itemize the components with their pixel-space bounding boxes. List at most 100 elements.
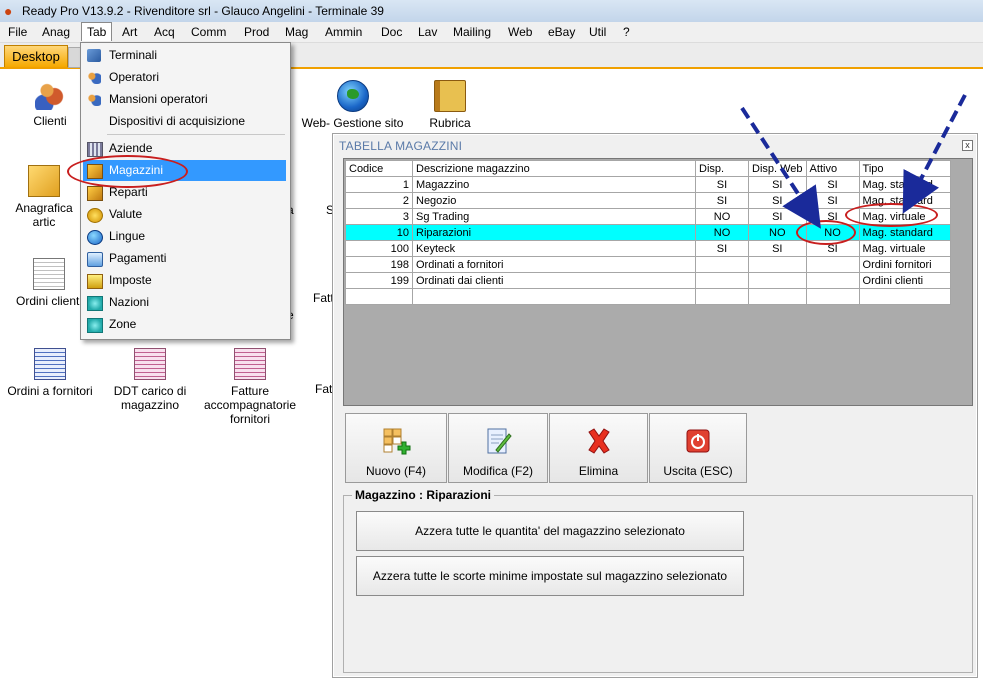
table-row[interactable]: 2 Negozio SI SI SI Mag. standard <box>345 192 951 209</box>
coin-icon <box>87 208 103 223</box>
menu-ebay[interactable]: eBay <box>548 25 575 39</box>
table-row[interactable]: 199 Ordinati dai clienti Ordini clienti <box>345 272 951 289</box>
menu-item-terminali[interactable]: Terminali <box>83 45 286 66</box>
menu-item-pagamenti[interactable]: Pagamenti <box>83 248 286 269</box>
zones-icon <box>87 318 103 333</box>
column-header-codice[interactable]: Codice <box>345 160 413 177</box>
menu-web[interactable]: Web <box>508 25 532 39</box>
cell-codice: 2 <box>345 192 413 209</box>
cell-tipo: Mag. virtuale <box>858 240 951 257</box>
nuovo-button[interactable]: Nuovo (F4) <box>345 413 447 483</box>
close-icon[interactable]: x <box>962 140 973 151</box>
menu-item-dispositivi[interactable]: Dispositivi di acquisizione <box>83 111 286 132</box>
table-row-empty[interactable] <box>345 288 951 305</box>
menu-anag[interactable]: Anag <box>42 25 70 39</box>
magazzino-groupbox: Magazzino : Riparazioni Azzera tutte le … <box>343 488 973 673</box>
column-header-disp[interactable]: Disp. <box>695 160 749 177</box>
menu-mag[interactable]: Mag <box>285 25 308 39</box>
menu-item-aziende[interactable]: Aziende <box>83 138 286 159</box>
cell-attivo: SI <box>805 176 860 193</box>
desktop-icon-ordini-fornitori[interactable]: Ordini a fornitori <box>5 348 95 398</box>
clients-icon <box>35 80 65 110</box>
menu-doc[interactable]: Doc <box>381 25 402 39</box>
menu-tab[interactable]: Tab <box>81 22 113 41</box>
menu-item-label: Reparti <box>109 185 148 199</box>
menu-acq[interactable]: Acq <box>154 25 175 39</box>
menu-item-label: Aziende <box>109 141 153 155</box>
cell-attivo: NO <box>805 224 860 241</box>
menu-item-label: Mansioni operatori <box>109 92 208 106</box>
menu-item-nazioni[interactable]: Nazioni <box>83 292 286 313</box>
menu-util[interactable]: Util <box>589 25 606 39</box>
cell-codice: 10 <box>345 224 413 241</box>
table-row[interactable]: 100 Keyteck SI SI SI Mag. virtuale <box>345 240 951 257</box>
azzera-quantita-button[interactable]: Azzera tutte le quantita' del magazzino … <box>356 511 744 551</box>
desktop-icon-label: Rubrica <box>429 116 471 130</box>
menu-art[interactable]: Art <box>122 25 137 39</box>
column-header-tipo[interactable]: Tipo <box>858 160 951 177</box>
tab-desktop[interactable]: Desktop <box>4 45 68 67</box>
desktop-icon-label: accompagnatorie <box>203 398 297 412</box>
menu-item-reparti[interactable]: Reparti <box>83 182 286 203</box>
menu-bar: File Anag Tab Art Acq Comm Prod Mag Ammi… <box>0 22 983 43</box>
menu-ammin[interactable]: Ammin <box>325 25 362 39</box>
menu-item-zone[interactable]: Zone <box>83 314 286 335</box>
power-icon <box>686 429 710 453</box>
menu-file[interactable]: File <box>8 25 27 39</box>
desktop-icon-web[interactable]: Web- Gestione sito <box>300 80 405 130</box>
menu-item-operatori[interactable]: Operatori <box>83 67 286 88</box>
cell-disp-web: NO <box>748 224 807 241</box>
column-header-disp-web[interactable]: Disp. Web <box>748 160 807 177</box>
menu-item-valute[interactable]: Valute <box>83 204 286 225</box>
warehouse-icon <box>87 164 103 179</box>
nations-icon <box>87 296 103 311</box>
cell-attivo <box>805 256 860 273</box>
menu-item-magazzini[interactable]: Magazzini <box>83 160 286 181</box>
desktop-icon-anagrafica[interactable]: Anagrafica artic <box>5 165 83 229</box>
window-title: TABELLA MAGAZZINI <box>339 139 463 153</box>
azzera-scorte-button[interactable]: Azzera tutte le scorte minime impostate … <box>356 556 744 596</box>
desktop-icon-clienti[interactable]: Clienti <box>20 80 80 128</box>
column-header-descrizione[interactable]: Descrizione magazzino <box>412 160 696 177</box>
menu-mailing[interactable]: Mailing <box>453 25 491 39</box>
cell-codice: 198 <box>345 256 413 273</box>
table-row[interactable]: 3 Sg Trading NO SI SI Mag. virtuale <box>345 208 951 225</box>
globe-icon <box>336 80 369 112</box>
menu-item-mansioni[interactable]: Mansioni operatori <box>83 89 286 110</box>
cell-disp-web <box>748 288 807 305</box>
delete-x-icon <box>587 428 610 454</box>
table-row[interactable]: 1 Magazzino SI SI SI Mag. standard <box>345 176 951 193</box>
cell-tipo: Ordini fornitori <box>858 256 951 273</box>
uscita-button[interactable]: Uscita (ESC) <box>649 413 747 483</box>
warehouse-grid: Codice Descrizione magazzino Disp. Disp.… <box>343 158 973 406</box>
menu-item-lingue[interactable]: Lingue <box>83 226 286 247</box>
desktop-icon-ddt-carico[interactable]: DDT carico di magazzino <box>105 348 195 412</box>
table-row-selected[interactable]: 10 Riparazioni NO NO NO Mag. standard <box>345 224 951 241</box>
menu-lav[interactable]: Lav <box>418 25 437 39</box>
menu-help[interactable]: ? <box>623 25 630 39</box>
table-row[interactable]: 198 Ordinati a fornitori Ordini fornitor… <box>345 256 951 273</box>
cell-disp-web: SI <box>748 176 807 193</box>
menu-prod[interactable]: Prod <box>244 25 269 39</box>
cell-attivo <box>805 272 860 289</box>
building-icon <box>87 142 103 157</box>
modifica-button[interactable]: Modifica (F2) <box>448 413 548 483</box>
tab-menu-dropdown: Terminali Operatori Mansioni operatori D… <box>80 42 291 340</box>
cell-tipo: Mag. standard <box>858 176 951 193</box>
cell-descrizione: Negozio <box>412 192 696 209</box>
tabella-magazzini-window: TABELLA MAGAZZINI x Codice Descrizione m… <box>332 133 978 678</box>
menu-item-label: Valute <box>109 207 143 221</box>
menu-separator <box>107 134 285 135</box>
desktop-icon-rubrica[interactable]: Rubrica <box>420 80 480 130</box>
menu-item-imposte[interactable]: Imposte <box>83 270 286 291</box>
desktop-icon-label: fornitori <box>229 412 270 426</box>
menu-comm[interactable]: Comm <box>191 25 226 39</box>
desktop-icon-fatture-fornitori[interactable]: Fatture accompagnatorie fornitori <box>200 348 300 426</box>
terminal-icon <box>87 49 101 62</box>
menu-item-label: Magazzini <box>109 163 164 177</box>
edit-document-icon <box>487 428 512 454</box>
column-header-attivo[interactable]: Attivo <box>805 160 860 177</box>
desktop-icon-ordini-clienti[interactable]: Ordini clienti <box>14 258 84 308</box>
cell-descrizione: Magazzino <box>412 176 696 193</box>
elimina-button[interactable]: Elimina <box>549 413 648 483</box>
